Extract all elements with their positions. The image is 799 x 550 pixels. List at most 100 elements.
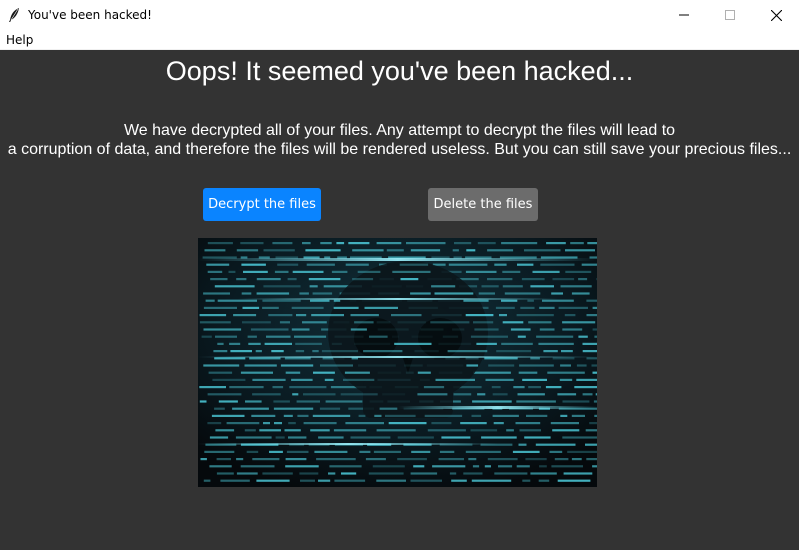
code-glyph-run (262, 472, 293, 475)
code-glyph-run (255, 350, 262, 353)
code-glyph-run (524, 436, 551, 439)
code-glyph-run (565, 249, 595, 252)
code-glyph-run (538, 342, 574, 345)
code-glyph-run (345, 422, 384, 425)
code-glyph-run (272, 242, 293, 245)
code-glyph-run (562, 328, 583, 331)
code-glyph-run (259, 429, 281, 432)
code-glyph-run (273, 400, 290, 403)
code-glyph-run (200, 458, 207, 461)
code-glyph-run (413, 465, 425, 468)
code-glyph-run (283, 414, 293, 417)
code-glyph-run (438, 458, 464, 461)
code-glyph-run (252, 458, 280, 461)
code-glyph-run (350, 328, 367, 331)
code-glyph-run (530, 285, 554, 288)
code-glyph-run (495, 306, 515, 309)
code-glyph-run (300, 479, 315, 482)
code-glyph-run (199, 314, 227, 317)
code-glyph-run (470, 429, 498, 432)
code-glyph-run (519, 364, 554, 367)
code-glyph-run (587, 242, 597, 245)
code-glyph-run (275, 436, 285, 439)
code-glyph-run (449, 472, 457, 475)
code-glyph-run (552, 429, 580, 432)
code-glyph-run (214, 407, 225, 410)
code-glyph-run (241, 292, 252, 295)
code-glyph-run (578, 278, 588, 281)
code-glyph-run (567, 450, 597, 453)
code-glyph-run (215, 429, 235, 432)
code-glyph-run (517, 263, 534, 266)
code-glyph-run (286, 450, 309, 453)
code-glyph-run (274, 422, 282, 425)
code-glyph-run (312, 414, 351, 417)
code-glyph-run (557, 393, 577, 396)
code-glyph-run (216, 458, 231, 461)
code-glyph-run (256, 292, 290, 295)
code-glyph-run (392, 270, 431, 273)
code-glyph-run (557, 479, 591, 482)
code-glyph-run (269, 450, 283, 453)
code-glyph-run (562, 321, 596, 324)
code-glyph-run (585, 443, 597, 446)
code-glyph-run (546, 242, 566, 245)
code-glyph-run (256, 479, 290, 482)
code-glyph-run (554, 458, 569, 461)
code-glyph-run (518, 443, 527, 446)
code-glyph-run (236, 249, 259, 252)
code-glyph-run (345, 263, 369, 266)
code-glyph-run (256, 278, 281, 281)
code-glyph-run (199, 386, 226, 389)
code-glyph-run (357, 270, 381, 273)
code-glyph-run (212, 378, 246, 381)
code-glyph-run (229, 342, 241, 345)
code-glyph-run (473, 321, 494, 324)
code-glyph-run (228, 270, 236, 273)
code-glyph-run (582, 350, 597, 353)
code-glyph-run (316, 458, 356, 461)
code-glyph-run (410, 292, 431, 295)
code-glyph-run (207, 393, 242, 396)
code-glyph-run (491, 386, 501, 389)
code-glyph-run (454, 242, 472, 245)
code-glyph-run (235, 436, 272, 439)
minimize-button[interactable] (661, 0, 707, 30)
code-glyph-run (243, 270, 268, 273)
code-glyph-run (593, 400, 597, 403)
close-button[interactable] (753, 0, 799, 30)
code-glyph-run (484, 465, 491, 468)
code-glyph-run (466, 249, 476, 252)
code-glyph-run (319, 407, 341, 410)
code-glyph-run (244, 429, 256, 432)
decrypt-files-button[interactable]: Decrypt the files (203, 188, 321, 221)
code-glyph-run (209, 436, 229, 439)
code-glyph-run (447, 350, 488, 353)
code-glyph-run (287, 278, 297, 281)
menu-help[interactable]: Help (0, 30, 39, 50)
code-glyph-run (352, 278, 374, 281)
code-glyph-run (245, 400, 262, 403)
code-glyph-run (451, 479, 467, 482)
code-glyph-run (506, 429, 514, 432)
code-glyph-run (199, 400, 207, 403)
code-glyph-run (424, 414, 463, 417)
code-glyph-run (518, 371, 538, 374)
delete-files-button[interactable]: Delete the files (428, 188, 538, 221)
code-glyph-run (481, 436, 517, 439)
code-glyph-run (465, 270, 497, 273)
code-glyph-run (501, 342, 533, 345)
code-glyph-run (492, 414, 519, 417)
code-glyph-run (521, 278, 545, 281)
maximize-button[interactable] (707, 0, 753, 30)
code-glyph-run (204, 249, 226, 252)
code-glyph-run (474, 328, 499, 331)
code-glyph-run (271, 350, 284, 353)
code-glyph-run (373, 450, 401, 453)
code-glyph-run (432, 465, 466, 468)
code-glyph-run (299, 292, 309, 295)
code-glyph-run (525, 458, 547, 461)
code-glyph-run (560, 414, 568, 417)
code-glyph-run (303, 422, 337, 425)
code-glyph-run (203, 306, 237, 309)
